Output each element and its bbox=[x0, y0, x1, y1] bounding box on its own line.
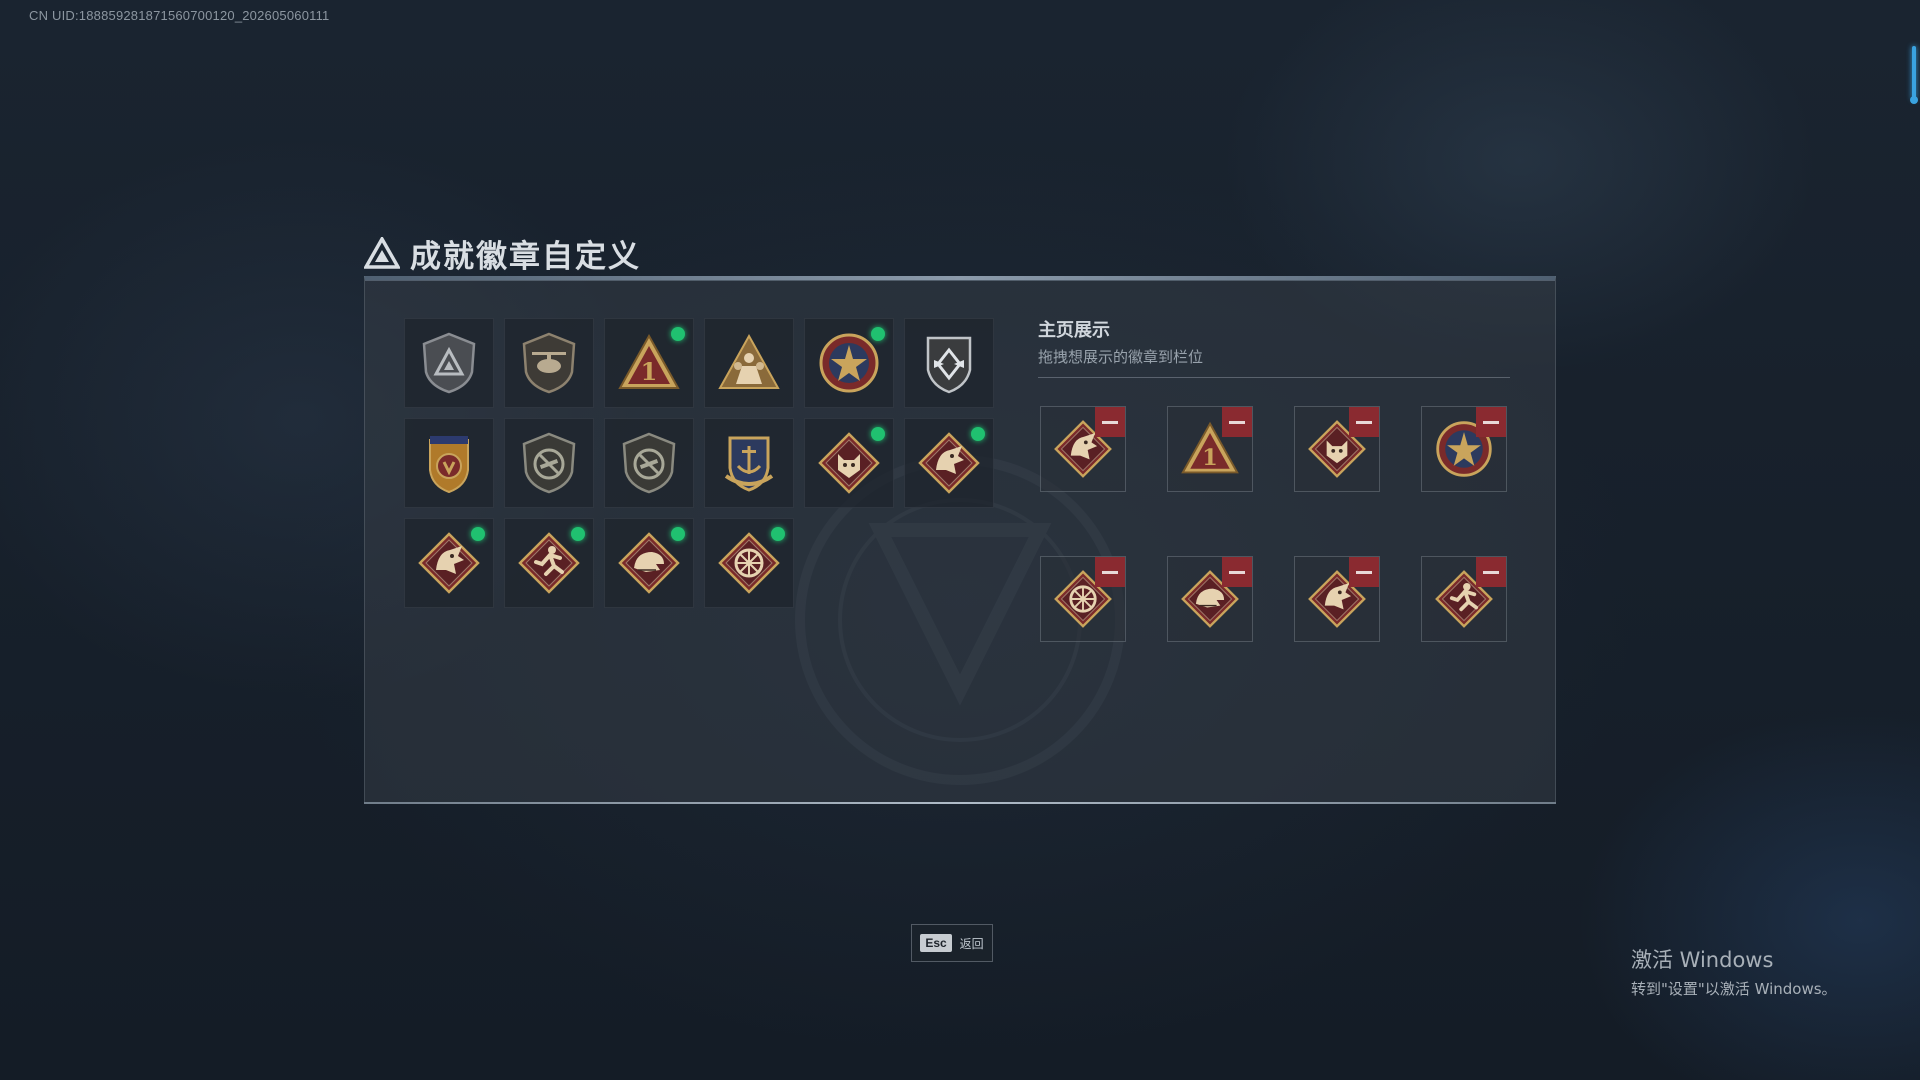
showcase-title: 主页展示 bbox=[1038, 320, 1110, 341]
remove-badge-button[interactable] bbox=[1222, 557, 1252, 587]
new-indicator-dot bbox=[871, 427, 885, 441]
remove-badge-button[interactable] bbox=[1349, 557, 1379, 587]
remove-badge-button[interactable] bbox=[1476, 407, 1506, 437]
uid-label: CN UID:188859281871560700120_20260506011… bbox=[29, 8, 330, 23]
new-indicator-dot bbox=[571, 527, 585, 541]
svg-text:1: 1 bbox=[1202, 445, 1218, 471]
badge-cell[interactable] bbox=[404, 418, 494, 508]
badge-cell[interactable] bbox=[804, 318, 894, 408]
new-indicator-dot bbox=[971, 427, 985, 441]
dragon-diamond-badge-icon bbox=[418, 532, 480, 594]
back-label: 返回 bbox=[959, 936, 984, 951]
runner-diamond-badge-icon bbox=[518, 532, 580, 594]
eagle-shield-medal-badge-icon bbox=[429, 436, 469, 494]
showcase-slot[interactable] bbox=[1167, 556, 1253, 642]
windows-activation-subtitle: 转到"设置"以激活 Windows。 bbox=[1631, 980, 1837, 998]
remove-badge-button[interactable] bbox=[1222, 407, 1252, 437]
new-indicator-dot bbox=[671, 527, 685, 541]
showcase-slot[interactable] bbox=[1040, 556, 1126, 642]
badge-cell[interactable] bbox=[404, 318, 494, 408]
no-rifle-shield-badge-icon bbox=[522, 432, 576, 494]
helicopter-shield-badge-icon bbox=[522, 332, 576, 394]
remove-badge-button[interactable] bbox=[1476, 557, 1506, 587]
number-one-triangle-badge-icon: 1 bbox=[618, 333, 680, 389]
new-indicator-dot bbox=[671, 327, 685, 341]
badge-cell[interactable] bbox=[704, 318, 794, 408]
showcase-slot[interactable]: 1 bbox=[1167, 406, 1253, 492]
triangle-shield-badge-icon bbox=[422, 332, 476, 394]
new-indicator-dot bbox=[871, 327, 885, 341]
showcase-slots: 1 bbox=[1040, 406, 1507, 642]
showcase-subtitle: 拖拽想展示的徽章到栏位 bbox=[1038, 348, 1204, 366]
wheel-diamond-badge-icon bbox=[718, 532, 780, 594]
badge-cell[interactable] bbox=[804, 418, 894, 508]
showcase-header: 主页展示 拖拽想展示的徽章到栏位 bbox=[1038, 316, 1510, 378]
divider bbox=[1038, 377, 1510, 378]
showcase-slot[interactable] bbox=[1040, 406, 1126, 492]
badge-cell[interactable] bbox=[404, 518, 494, 608]
star-medal-badge-icon bbox=[819, 333, 879, 393]
remove-badge-button[interactable] bbox=[1349, 407, 1379, 437]
windows-activation-title: 激活 Windows bbox=[1631, 948, 1774, 972]
remove-badge-button[interactable] bbox=[1095, 407, 1125, 437]
scrollbar-thumb[interactable] bbox=[1912, 46, 1916, 100]
badge-cell[interactable] bbox=[904, 318, 994, 408]
showcase-slot[interactable] bbox=[1294, 406, 1380, 492]
new-indicator-dot bbox=[771, 527, 785, 541]
back-button[interactable]: Esc 返回 bbox=[911, 924, 993, 962]
windows-activation-watermark: 激活 Windows 转到"设置"以激活 Windows。 bbox=[1631, 944, 1837, 999]
badge-cell[interactable] bbox=[904, 418, 994, 508]
badge-cell[interactable] bbox=[604, 418, 694, 508]
badge-cell[interactable] bbox=[504, 518, 594, 608]
dinosaur-diamond-badge-icon bbox=[618, 532, 680, 594]
anchor-crest-badge-icon bbox=[724, 436, 774, 492]
panel-bottom-border bbox=[364, 802, 1556, 804]
badge-cell[interactable] bbox=[504, 318, 594, 408]
esc-key-icon: Esc bbox=[920, 934, 952, 952]
badge-cell[interactable] bbox=[704, 518, 794, 608]
new-indicator-dot bbox=[471, 527, 485, 541]
wolf-diamond-badge-icon bbox=[818, 432, 880, 494]
page-title: 成就徽章自定义 bbox=[410, 238, 641, 275]
badge-cell[interactable] bbox=[504, 418, 594, 508]
showcase-slot[interactable] bbox=[1421, 406, 1507, 492]
panel-header: 成就徽章自定义 bbox=[364, 232, 641, 275]
showcase-slot[interactable] bbox=[1421, 556, 1507, 642]
svg-text:1: 1 bbox=[641, 357, 658, 386]
scrollbar-dot bbox=[1910, 96, 1918, 104]
showcase-slot[interactable] bbox=[1294, 556, 1380, 642]
scrollbar[interactable] bbox=[1910, 46, 1918, 104]
no-pistol-shield-badge-icon bbox=[622, 432, 676, 494]
badge-cell[interactable] bbox=[604, 518, 694, 608]
wing-shield-badge-icon bbox=[926, 336, 972, 394]
soldiers-triangle-badge-icon bbox=[718, 333, 780, 389]
dragon-diamond-badge-icon bbox=[918, 432, 980, 494]
remove-badge-button[interactable] bbox=[1095, 557, 1125, 587]
badge-cell[interactable]: 1 bbox=[604, 318, 694, 408]
badge-cell[interactable] bbox=[704, 418, 794, 508]
delta-triangle-icon bbox=[364, 237, 400, 269]
badge-collection-grid: 1 bbox=[404, 318, 994, 608]
